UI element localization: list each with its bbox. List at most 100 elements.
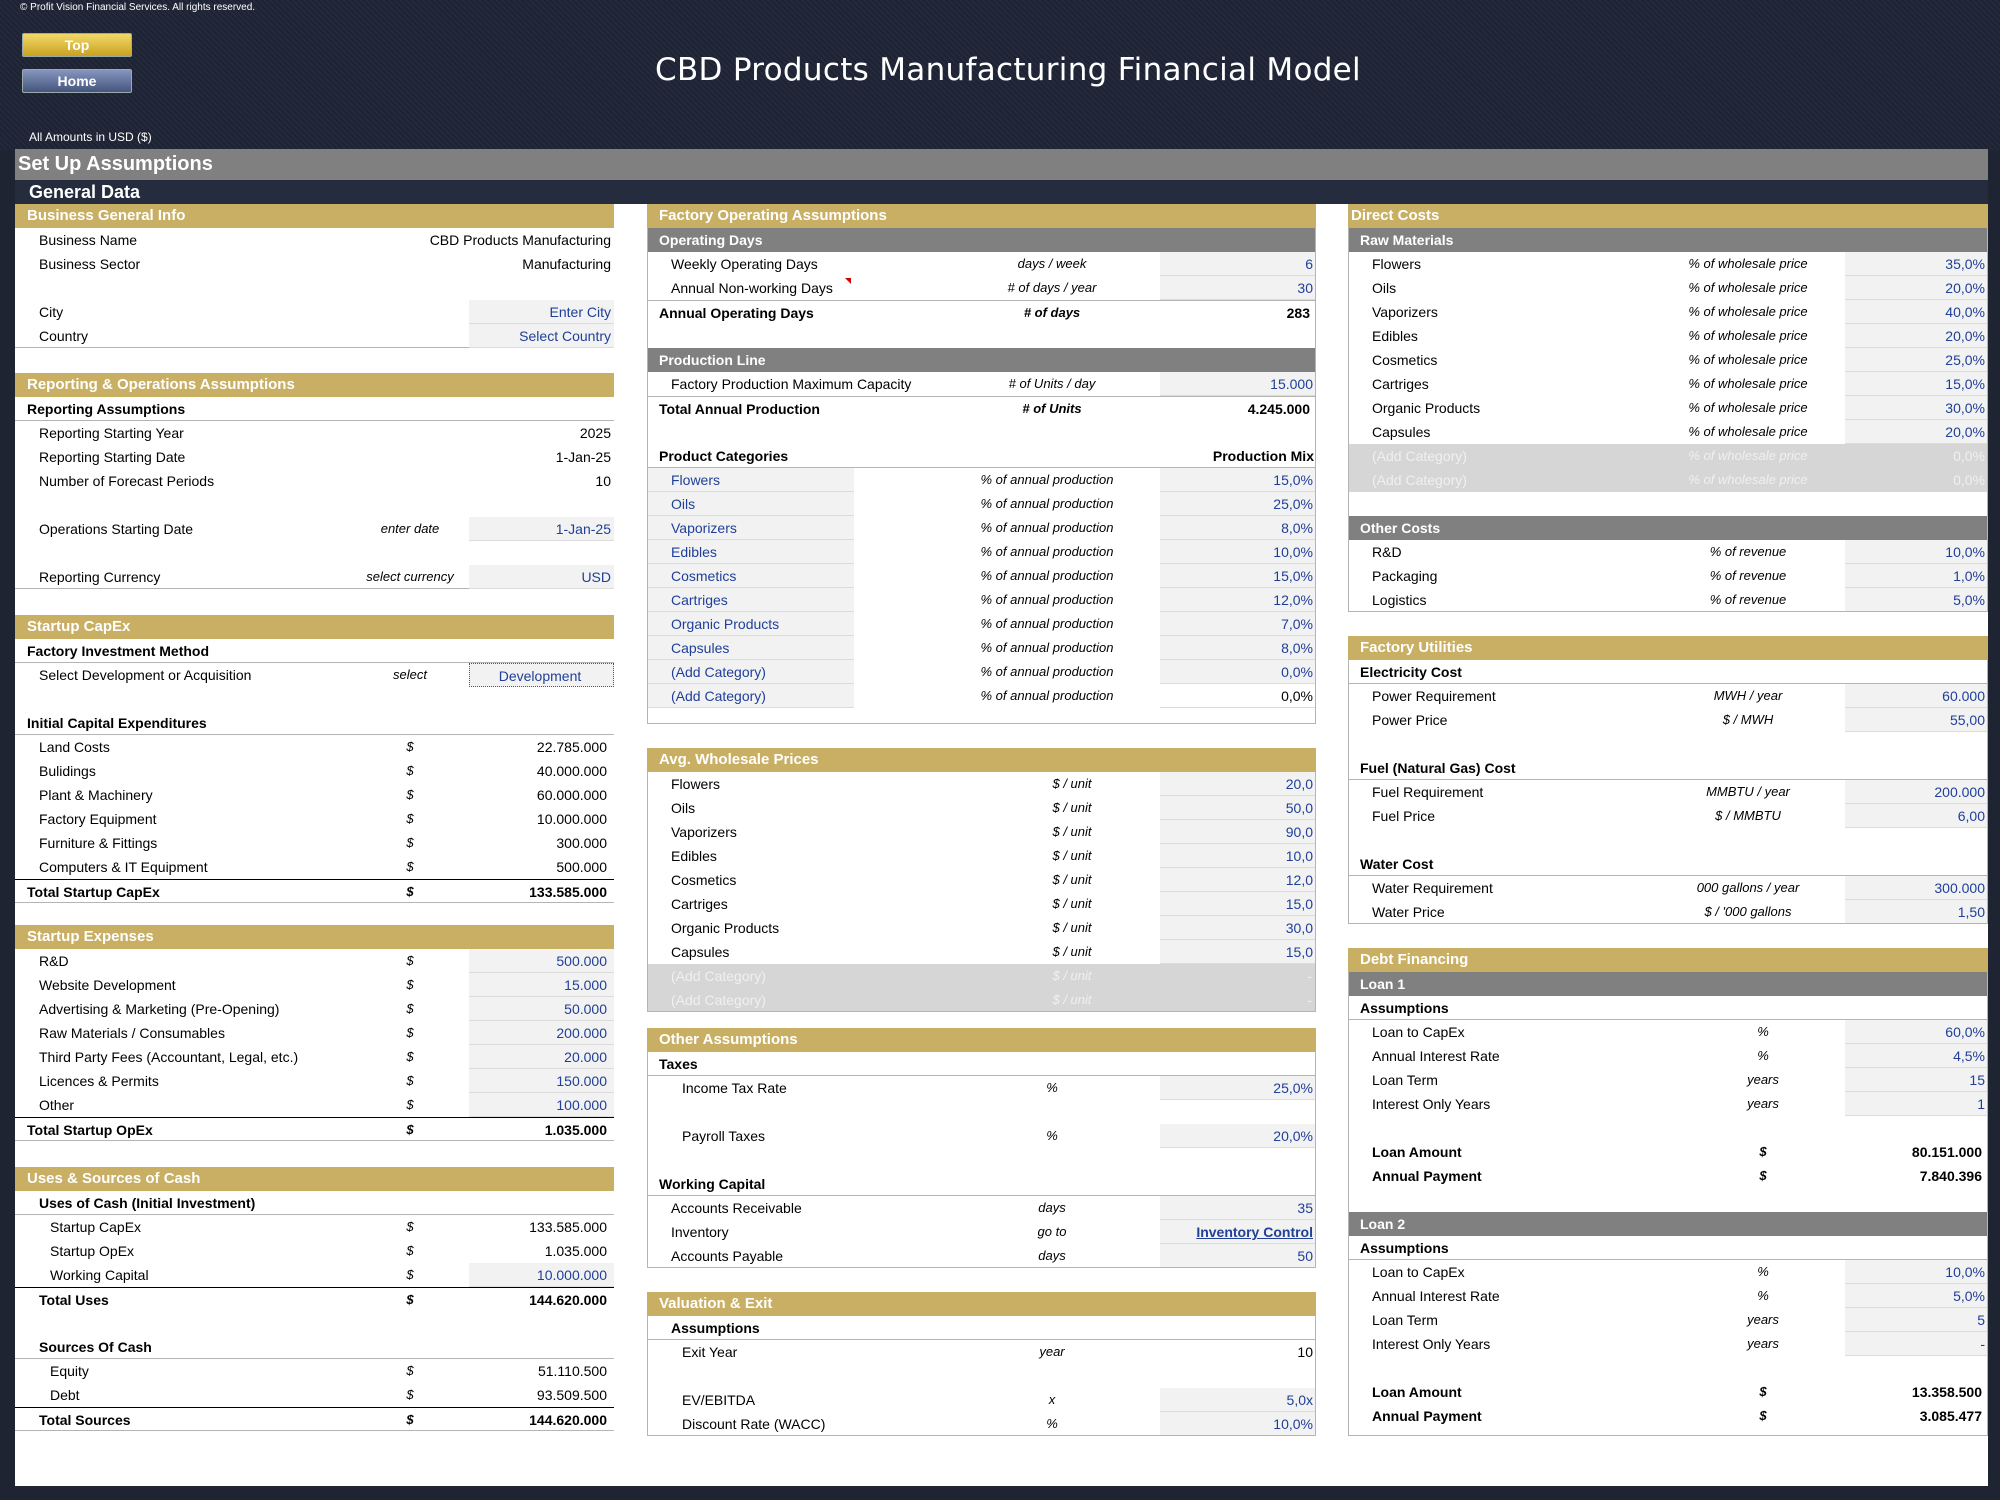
currency-select[interactable]: USD bbox=[469, 565, 614, 589]
debt-row: Debt $ 93.509.500 bbox=[15, 1383, 614, 1407]
utilities-box-border bbox=[1348, 660, 1988, 924]
setup-assumptions-header: Set Up Assumptions bbox=[15, 149, 1988, 180]
row-unit: $ bbox=[406, 859, 414, 874]
city-input[interactable]: Enter City bbox=[469, 300, 614, 324]
development-select[interactable]: Development bbox=[469, 663, 614, 687]
equity-row: Equity $ 51.110.500 bbox=[15, 1359, 614, 1383]
row-label: Raw Materials / Consumables bbox=[39, 1025, 225, 1041]
row-unit: $ bbox=[406, 1243, 414, 1258]
row-label: Computers & IT Equipment bbox=[39, 859, 208, 875]
row-label: City bbox=[39, 304, 64, 320]
row-label: Total Startup CapEx bbox=[27, 884, 160, 900]
value-input[interactable]: 100.000 bbox=[469, 1093, 614, 1117]
list-item: Website Development $15.000 bbox=[15, 973, 614, 997]
row-label: Reporting Starting Date bbox=[39, 449, 186, 465]
value-input[interactable]: 500.000 bbox=[469, 949, 614, 973]
value-text: 500.000 bbox=[556, 859, 607, 875]
investment-method-label: Factory Investment Method bbox=[27, 643, 210, 659]
total-sources-row: Total Sources $ 144.620.000 bbox=[15, 1407, 614, 1431]
row-unit: $ bbox=[406, 884, 414, 899]
row-label: Number of Forecast Periods bbox=[39, 473, 215, 489]
expenses-header: Startup Expenses bbox=[15, 925, 614, 949]
list-item: Raw Materials / Consumables $200.000 bbox=[15, 1021, 614, 1045]
row-unit: $ bbox=[406, 835, 414, 850]
valuation-box-border bbox=[647, 1316, 1316, 1436]
row-unit: $ bbox=[406, 1025, 414, 1040]
row-unit: select currency bbox=[366, 569, 454, 584]
uses-subheader: Uses of Cash (Initial Investment) bbox=[15, 1191, 614, 1215]
business-sector-value: Manufacturing bbox=[522, 256, 611, 272]
prices-header: Avg. Wholesale Prices bbox=[647, 748, 1316, 772]
row-unit: $ bbox=[406, 1412, 414, 1427]
row-label: Third Party Fees (Accountant, Legal, etc… bbox=[39, 1049, 299, 1065]
value-input[interactable]: 20.000 bbox=[469, 1045, 614, 1069]
header-bar: © Profit Vision Financial Services. All … bbox=[0, 0, 2000, 150]
value-text: 10.000.000 bbox=[536, 811, 607, 827]
currency-note: All Amounts in USD ($) bbox=[29, 130, 152, 144]
row-label: Licences & Permits bbox=[39, 1073, 159, 1089]
value-input[interactable]: 200.000 bbox=[469, 1021, 614, 1045]
debt-header: Debt Financing bbox=[1348, 948, 1988, 972]
valuation-header: Valuation & Exit bbox=[647, 1292, 1316, 1316]
reporting-date-value: 1-Jan-25 bbox=[555, 449, 611, 465]
list-item: Third Party Fees (Accountant, Legal, etc… bbox=[15, 1045, 614, 1069]
other-assumptions-header: Other Assumptions bbox=[647, 1028, 1316, 1052]
row-label: Plant & Machinery bbox=[39, 787, 153, 803]
value-input[interactable]: 15.000 bbox=[469, 973, 614, 997]
total-capex-value: 133.585.000 bbox=[529, 884, 607, 900]
city-row: City Enter City bbox=[15, 300, 614, 324]
reporting-header: Reporting & Operations Assumptions bbox=[15, 373, 614, 397]
sources-subheader: Sources Of Cash bbox=[15, 1335, 614, 1359]
working-capital-input[interactable]: 10.000.000 bbox=[469, 1263, 614, 1287]
equity-value: 51.110.500 bbox=[537, 1363, 607, 1379]
list-item: R&D $500.000 bbox=[15, 949, 614, 973]
capex-header: Startup CapEx bbox=[15, 615, 614, 639]
row-label: Website Development bbox=[39, 977, 176, 993]
row-label: Select Development or Acquisition bbox=[39, 667, 252, 683]
other-box-border bbox=[647, 1052, 1316, 1268]
forecast-periods-value: 10 bbox=[595, 473, 611, 489]
reporting-year-value: 2025 bbox=[579, 425, 611, 441]
row-label: Debt bbox=[50, 1387, 80, 1403]
value-input[interactable]: 150.000 bbox=[469, 1069, 614, 1093]
country-select[interactable]: Select Country bbox=[469, 324, 614, 348]
list-item: Plant & Machinery $60.000.000 bbox=[15, 783, 614, 807]
row-label: Equity bbox=[50, 1363, 89, 1379]
country-row: Country Select Country bbox=[15, 324, 614, 348]
uses-opex-row: Startup OpEx $ 1.035.000 bbox=[15, 1239, 614, 1263]
ops-start-input[interactable]: 1-Jan-25 bbox=[469, 517, 614, 541]
list-item: Other $100.000 bbox=[15, 1093, 614, 1117]
row-label: Total Startup OpEx bbox=[27, 1122, 153, 1138]
list-item: Bulidings $40.000.000 bbox=[15, 759, 614, 783]
value-input[interactable]: 50.000 bbox=[469, 997, 614, 1021]
initial-capex-subheader: Initial Capital Expenditures bbox=[15, 711, 614, 735]
row-label: Country bbox=[39, 328, 89, 344]
reporting-date-row: Reporting Starting Date 1-Jan-25 bbox=[15, 445, 614, 469]
total-opex-value: 1.035.000 bbox=[544, 1122, 607, 1138]
utilities-header: Factory Utilities bbox=[1348, 636, 1988, 660]
row-unit: $ bbox=[406, 739, 414, 754]
row-label: Business Name bbox=[39, 232, 138, 248]
uses-capex-value: 133.585.000 bbox=[529, 1219, 607, 1235]
value-text: 22.785.000 bbox=[536, 739, 607, 755]
list-item: Land Costs $22.785.000 bbox=[15, 735, 614, 759]
row-unit: enter date bbox=[380, 521, 440, 536]
row-label: Advertising & Marketing (Pre-Opening) bbox=[39, 1001, 280, 1017]
uses-opex-value: 1.035.000 bbox=[544, 1243, 607, 1259]
direct-costs-header: Direct Costs bbox=[1348, 204, 1988, 228]
row-label: Factory Equipment bbox=[39, 811, 157, 827]
list-item: Factory Equipment $10.000.000 bbox=[15, 807, 614, 831]
debt-box-border bbox=[1348, 972, 1988, 1436]
development-select-row: Select Development or Acquisition select… bbox=[15, 663, 614, 687]
row-label: Operations Starting Date bbox=[39, 521, 194, 537]
list-item: Furniture & Fittings $300.000 bbox=[15, 831, 614, 855]
list-item: Licences & Permits $150.000 bbox=[15, 1069, 614, 1093]
list-item: Computers & IT Equipment $500.000 bbox=[15, 855, 614, 879]
row-label: Working Capital bbox=[50, 1267, 149, 1283]
uses-wc-row: Working Capital $ 10.000.000 bbox=[15, 1263, 614, 1287]
row-unit: $ bbox=[406, 1363, 414, 1378]
row-unit: $ bbox=[406, 977, 414, 992]
reporting-year-row: Reporting Starting Year 2025 bbox=[15, 421, 614, 445]
row-unit: $ bbox=[406, 1122, 414, 1137]
row-unit: $ bbox=[406, 953, 414, 968]
